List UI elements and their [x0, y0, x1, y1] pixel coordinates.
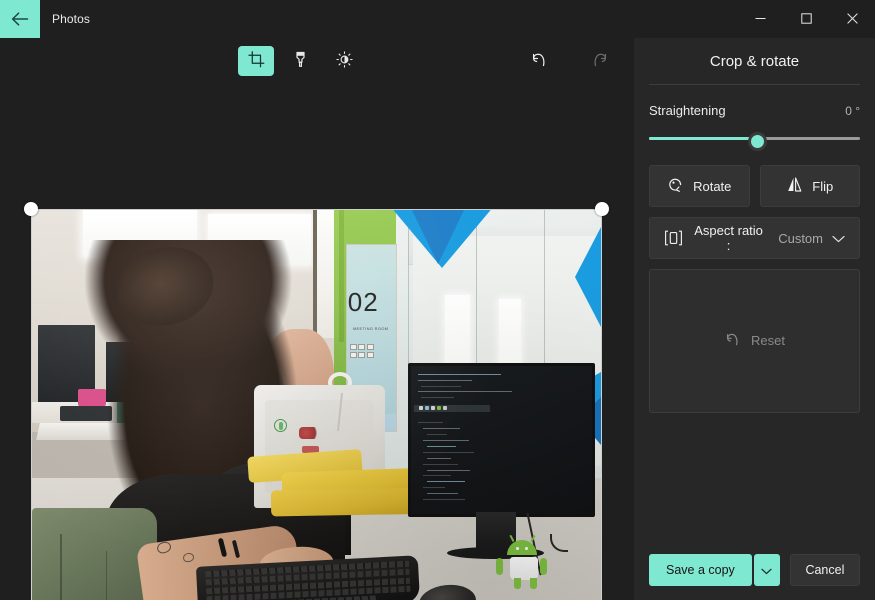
- rotate-flip-row: Rotate Flip: [649, 165, 860, 207]
- panel-title: Crop & rotate: [709, 53, 800, 70]
- app-title: Photos: [52, 12, 90, 26]
- aspect-ratio-icon: [664, 230, 683, 246]
- redo-icon: [590, 51, 609, 71]
- save-options-button[interactable]: [753, 554, 780, 586]
- photo-sign-caption: MEETING ROOM: [352, 326, 389, 332]
- slider-thumb[interactable]: [748, 132, 767, 151]
- minimize-icon: [755, 12, 766, 27]
- crop-handle-top-right[interactable]: [595, 202, 609, 216]
- photo-image: 02 MEETING ROOM: [31, 209, 602, 600]
- straightening-row: Straightening 0 °: [649, 103, 860, 118]
- title-bar: Photos: [0, 0, 875, 38]
- maximize-icon: [800, 12, 812, 27]
- marker-pen-icon: [292, 51, 309, 71]
- save-a-copy-button[interactable]: Save a copy: [649, 554, 752, 586]
- panel-spacer: [649, 413, 860, 555]
- redo-button[interactable]: [581, 46, 617, 76]
- reset-label: Reset: [751, 333, 785, 349]
- aspect-ratio-button[interactable]: Aspect ratio : Custom: [649, 217, 860, 259]
- rotate-icon: [667, 176, 684, 196]
- flip-icon: [786, 176, 803, 196]
- close-icon: [846, 12, 858, 27]
- photos-editor-window: Photos 02 MEETING ROOM Crop & rotate Str…: [0, 0, 875, 600]
- photo-room-number: 02: [347, 286, 379, 317]
- markup-tool[interactable]: [282, 46, 318, 76]
- brightness-icon: [335, 50, 353, 71]
- editor-area: 02 MEETING ROOM: [0, 38, 634, 600]
- rotate-button[interactable]: Rotate: [649, 165, 750, 207]
- aspect-ratio-value: Custom: [778, 230, 823, 246]
- crop-handle-top-left[interactable]: [24, 202, 38, 216]
- flip-button[interactable]: Flip: [759, 165, 860, 207]
- maximize-button[interactable]: [783, 0, 829, 38]
- straightening-slider[interactable]: [649, 129, 860, 151]
- undo-icon: [530, 51, 549, 71]
- save-button-group: Save a copy: [649, 554, 780, 586]
- window-body: 02 MEETING ROOM Crop & rotate Straighten…: [0, 38, 875, 600]
- photo-canvas: 02 MEETING ROOM: [0, 83, 634, 600]
- close-button[interactable]: [829, 0, 875, 38]
- crop-icon: [247, 50, 265, 71]
- tool-group-history: [521, 46, 617, 76]
- minimize-button[interactable]: [737, 0, 783, 38]
- crop-frame[interactable]: 02 MEETING ROOM: [24, 202, 609, 600]
- undo-button[interactable]: [521, 46, 557, 76]
- crop-rotate-panel: Crop & rotate Straightening 0 ° Rotate F…: [634, 38, 875, 600]
- back-button[interactable]: [0, 0, 40, 38]
- straightening-value: 0 °: [845, 104, 860, 118]
- flip-label: Flip: [812, 178, 834, 194]
- crop-rotate-tool[interactable]: [238, 45, 274, 76]
- window-controls: [737, 0, 875, 38]
- chevron-down-icon: [761, 563, 772, 578]
- chevron-down-icon: [832, 231, 845, 246]
- panel-footer: Save a copy Cancel: [649, 554, 860, 600]
- rotate-label: Rotate: [693, 178, 732, 194]
- edit-toolbar: [0, 38, 634, 83]
- panel-divider: [649, 84, 860, 85]
- tool-group-edit-modes: [238, 45, 362, 76]
- reset-button[interactable]: Reset: [649, 269, 860, 413]
- cancel-button[interactable]: Cancel: [789, 554, 860, 586]
- adjustment-tool[interactable]: [326, 46, 362, 76]
- arrow-left-icon: [11, 12, 29, 26]
- aspect-ratio-label: Aspect ratio :: [694, 223, 763, 253]
- slider-fill: [649, 137, 755, 140]
- straightening-label: Straightening: [649, 103, 726, 118]
- reset-icon: [724, 331, 742, 350]
